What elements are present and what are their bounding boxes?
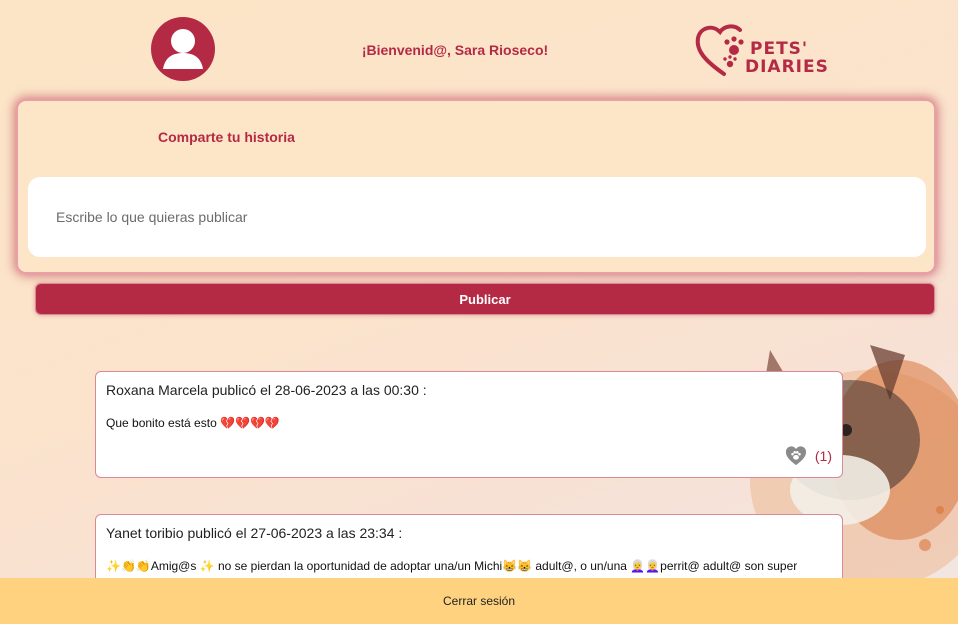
pets-diaries-logo[interactable]: PETS' DIARIES [694, 20, 828, 80]
like-area: (1) [785, 445, 832, 467]
post-header: Roxana Marcela publicó el 28-06-2023 a l… [106, 382, 427, 398]
like-count: (1) [814, 448, 832, 464]
logo-text-diaries: DIARIES [745, 57, 829, 77]
post-body: Que bonito está esto 💔💔💔💔 [106, 416, 280, 430]
header: ¡Bienvenid@, Sara Rioseco! PETS' DIARIES [0, 0, 958, 100]
publish-button[interactable]: Publicar [35, 283, 935, 315]
share-title: Comparte tu historia [158, 129, 295, 145]
post-input[interactable] [28, 177, 926, 257]
logout-button[interactable]: Cerrar sesión [0, 578, 958, 624]
post-card: Roxana Marcela publicó el 28-06-2023 a l… [95, 371, 843, 478]
post-header: Yanet toribio publicó el 27-06-2023 a la… [106, 525, 403, 541]
footer: Cerrar sesión [0, 578, 958, 624]
welcome-message: ¡Bienvenid@, Sara Rioseco! [361, 42, 549, 58]
user-silhouette-icon [163, 29, 203, 69]
share-story-card: Comparte tu historia [16, 99, 936, 274]
user-avatar-icon[interactable] [151, 17, 215, 81]
logo-text-pets: PETS' [750, 39, 809, 59]
paw-heart-icon[interactable] [785, 445, 807, 467]
post-body: ✨👏👏Amig@s ✨ no se pierdan la oportunidad… [106, 559, 798, 573]
